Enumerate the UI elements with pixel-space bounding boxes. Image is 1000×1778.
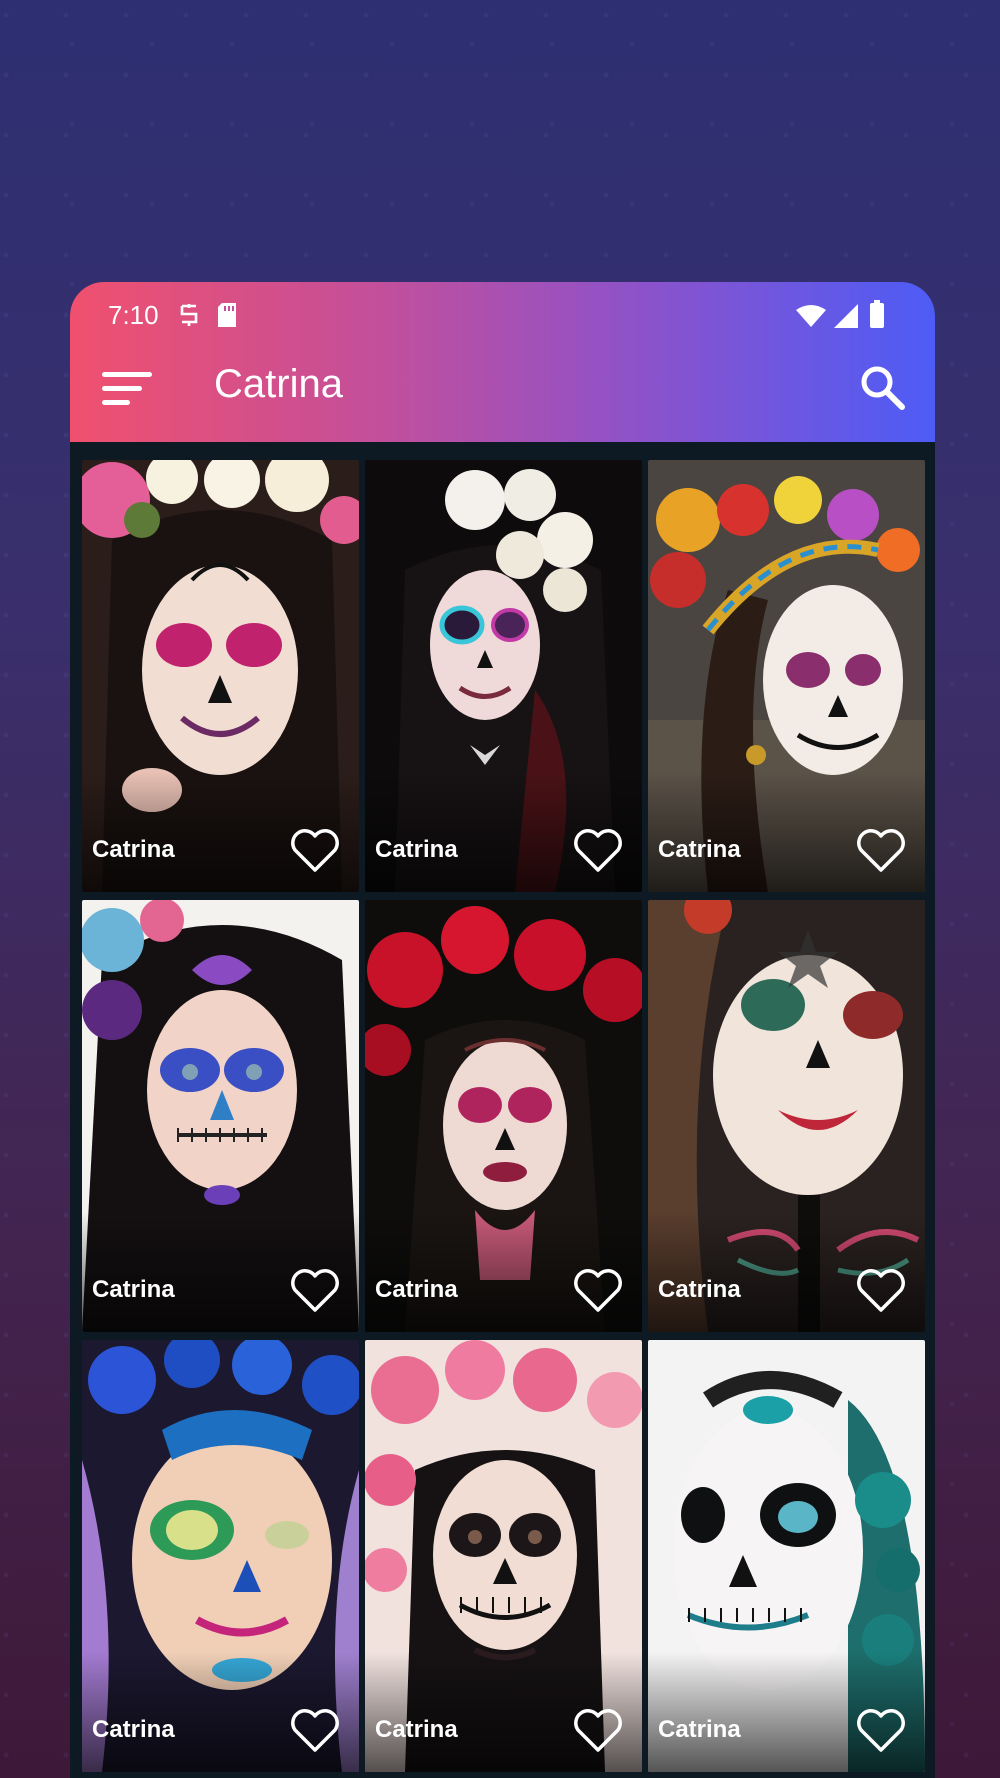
grid-item[interactable]: Catrina <box>365 460 642 892</box>
heart-outline-icon[interactable] <box>855 826 907 874</box>
card-label: Catrina <box>375 1716 458 1743</box>
menu-button[interactable] <box>100 366 156 410</box>
storage-icon <box>178 302 200 332</box>
heart-outline-icon[interactable] <box>572 1266 624 1314</box>
card-label: Catrina <box>658 1276 741 1303</box>
grid-item[interactable]: Catrina <box>365 1340 642 1772</box>
menu-icon <box>100 372 156 414</box>
heart-outline-icon[interactable] <box>855 1706 907 1754</box>
image-grid: Catrina Catrina Catrina Catrina Catrina … <box>82 460 925 1772</box>
wifi-icon <box>795 304 827 332</box>
heart-outline-icon[interactable] <box>289 826 341 874</box>
card-label: Catrina <box>658 836 741 863</box>
grid-item[interactable]: Catrina <box>365 900 642 1332</box>
heart-outline-icon[interactable] <box>572 826 624 874</box>
grid-item[interactable]: Catrina <box>82 900 359 1332</box>
search-icon <box>857 366 907 416</box>
card-label: Catrina <box>375 836 458 863</box>
grid-item[interactable]: Catrina <box>648 460 925 892</box>
grid-item[interactable]: Catrina <box>648 1340 925 1772</box>
heart-outline-icon[interactable] <box>289 1266 341 1314</box>
heart-outline-icon[interactable] <box>289 1706 341 1754</box>
status-time: 7:10 <box>108 300 159 330</box>
sd-card-icon <box>216 302 238 332</box>
top-bar: 7:10 Catrina <box>70 282 935 442</box>
page-title: Catrina <box>214 362 343 406</box>
card-label: Catrina <box>658 1716 741 1743</box>
grid-item[interactable]: Catrina <box>82 1340 359 1772</box>
signal-icon <box>833 304 859 332</box>
battery-icon <box>869 300 885 332</box>
heart-outline-icon[interactable] <box>855 1266 907 1314</box>
card-label: Catrina <box>375 1276 458 1303</box>
grid-item[interactable]: Catrina <box>82 460 359 892</box>
card-label: Catrina <box>92 1716 175 1743</box>
search-button[interactable] <box>857 362 907 412</box>
card-label: Catrina <box>92 1276 175 1303</box>
heart-outline-icon[interactable] <box>572 1706 624 1754</box>
phone-screen: 7:10 Catrina Catrina Catrina Catrina Cat… <box>70 282 935 1778</box>
card-label: Catrina <box>92 836 175 863</box>
status-bar: 7:10 <box>108 292 915 340</box>
grid-item[interactable]: Catrina <box>648 900 925 1332</box>
